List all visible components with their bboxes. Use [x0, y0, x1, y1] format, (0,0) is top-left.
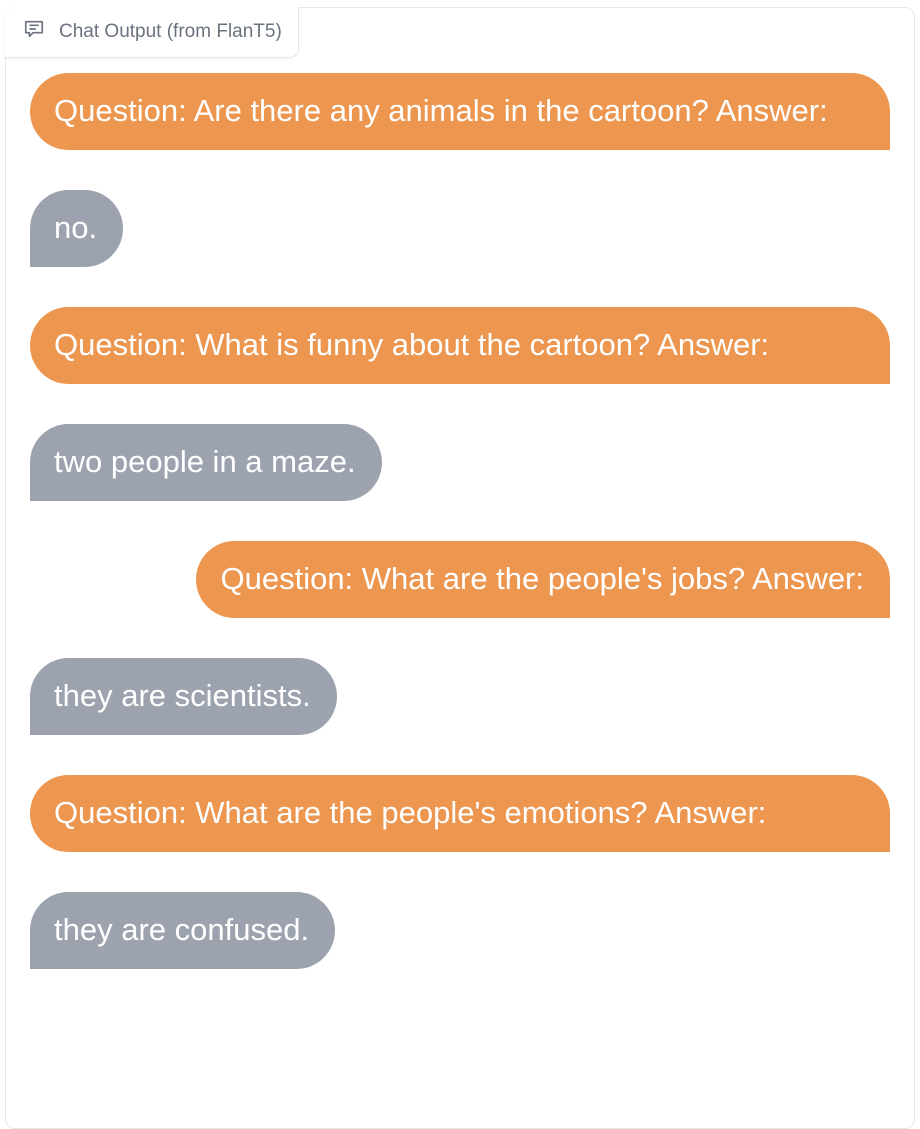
bot-message: they are confused. [30, 892, 336, 969]
bot-message: they are scientists. [30, 658, 337, 735]
bot-message: two people in a maze. [30, 424, 382, 501]
user-message: Question: Are there any animals in the c… [30, 73, 890, 150]
component-label-text: Chat Output (from FlanT5) [59, 21, 282, 42]
chat-messages[interactable]: Question: Are there any animals in the c… [30, 73, 890, 969]
bot-message: no. [30, 190, 124, 267]
component-label: Chat Output (from FlanT5) [5, 7, 299, 58]
user-message: Question: What is funny about the cartoo… [30, 307, 890, 384]
user-message: Question: What are the people's emotions… [30, 775, 890, 852]
user-message: Question: What are the people's jobs? An… [196, 541, 890, 618]
chat-icon [23, 18, 45, 46]
